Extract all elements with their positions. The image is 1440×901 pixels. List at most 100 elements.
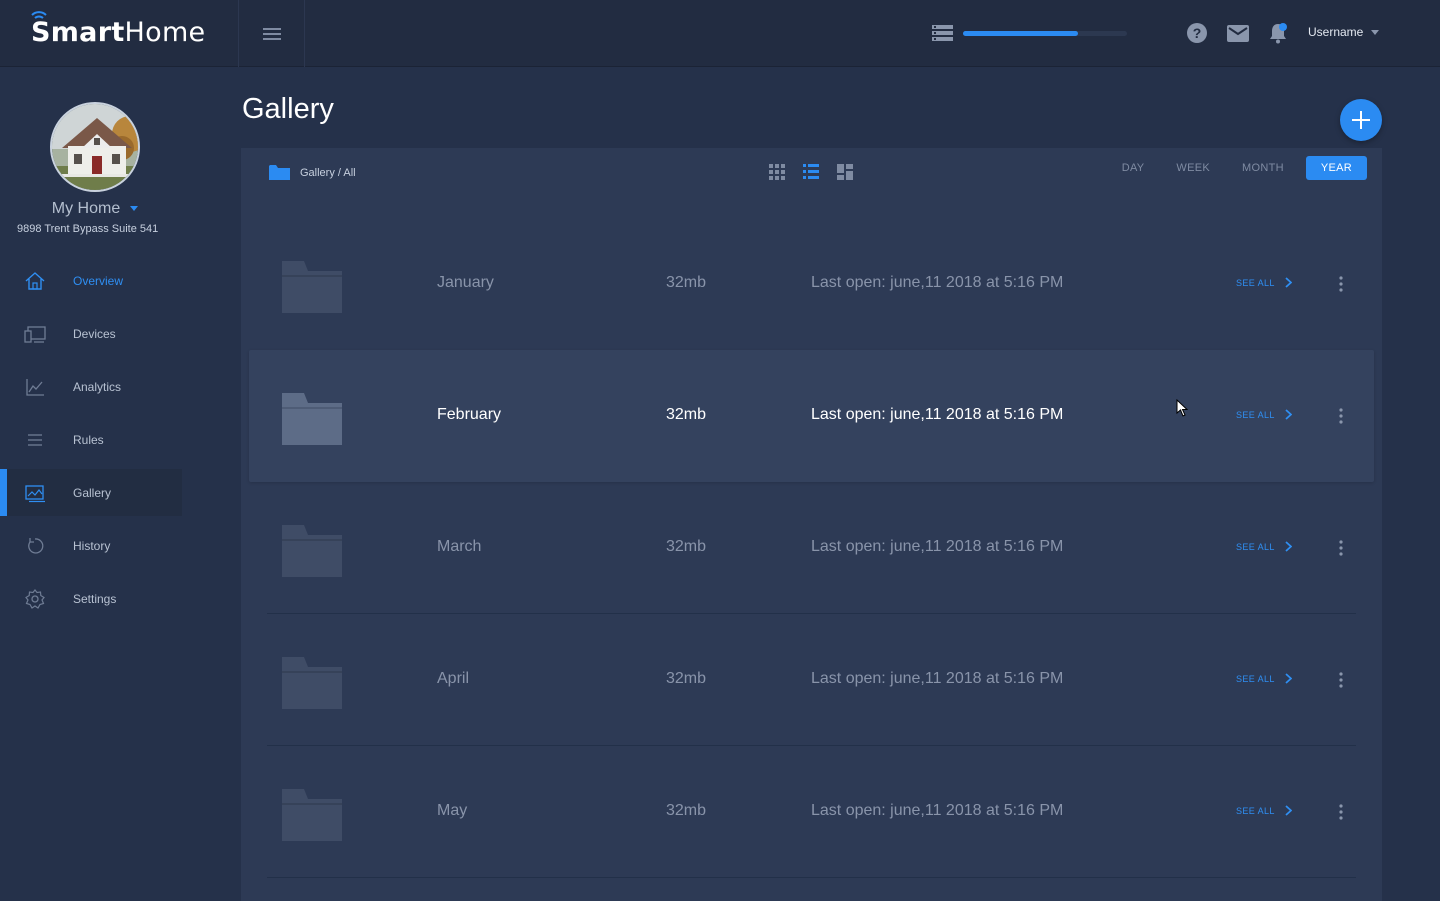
folder-size: 32mb bbox=[666, 538, 707, 555]
devices-icon bbox=[24, 326, 46, 343]
rules-icon bbox=[28, 434, 42, 446]
folder-icon bbox=[269, 165, 290, 180]
chevron-right-icon bbox=[1285, 277, 1292, 288]
folder-icon bbox=[282, 525, 342, 577]
svg-text:?: ? bbox=[1193, 25, 1202, 41]
folder-name: May bbox=[437, 802, 468, 819]
chevron-right-icon bbox=[1285, 805, 1292, 816]
folder-icon bbox=[282, 261, 342, 313]
folder-size: 32mb bbox=[666, 274, 707, 291]
storage-icon bbox=[932, 25, 953, 41]
top-icons: ? bbox=[1186, 22, 1288, 44]
folder-icon bbox=[282, 393, 342, 445]
see-all-link[interactable]: SEE ALL bbox=[1236, 805, 1292, 816]
home-avatar[interactable] bbox=[50, 102, 140, 192]
more-vertical-icon[interactable] bbox=[1339, 408, 1343, 424]
chevron-right-icon bbox=[1285, 409, 1292, 420]
sidebar-item-analytics[interactable]: Analytics bbox=[0, 363, 182, 410]
top-bar: SmartHome ? Username bbox=[0, 0, 1440, 67]
folder-size: 32mb bbox=[666, 802, 707, 819]
sidebar-nav: Overview Devices Analytics Rules Gallery… bbox=[0, 257, 240, 628]
folder-icon bbox=[282, 657, 342, 709]
see-all-label: SEE ALL bbox=[1236, 673, 1275, 684]
see-all-label: SEE ALL bbox=[1236, 409, 1275, 420]
sidebar-item-label: Settings bbox=[73, 592, 117, 606]
hamburger-icon bbox=[262, 27, 281, 40]
see-all-link[interactable]: SEE ALL bbox=[1236, 277, 1292, 288]
folder-last-open: Last open: june,11 2018 at 5:16 PM bbox=[811, 670, 1064, 687]
sidebar-item-label: Rules bbox=[73, 433, 104, 447]
notification-bell-icon[interactable] bbox=[1268, 22, 1288, 44]
more-vertical-icon[interactable] bbox=[1339, 276, 1343, 292]
page-title: Gallery bbox=[242, 93, 334, 125]
home-name-label: My Home bbox=[51, 200, 121, 217]
see-all-link[interactable]: SEE ALL bbox=[1236, 409, 1292, 420]
logo-text-bold: Smart bbox=[31, 17, 125, 48]
folder-row[interactable]: February 32mb Last open: june,11 2018 at… bbox=[249, 350, 1374, 482]
sidebar-item-label: Overview bbox=[73, 274, 124, 288]
chevron-right-icon bbox=[1285, 673, 1292, 684]
chevron-down-icon bbox=[1371, 29, 1380, 35]
app-logo[interactable]: SmartHome bbox=[31, 11, 205, 48]
logo-area: SmartHome bbox=[0, 0, 239, 67]
folder-name: March bbox=[437, 538, 482, 555]
more-vertical-icon[interactable] bbox=[1339, 672, 1343, 688]
range-month-button[interactable]: MONTH bbox=[1232, 157, 1294, 179]
folder-icon bbox=[282, 789, 342, 841]
menu-toggle[interactable] bbox=[239, 0, 305, 67]
sidebar-item-label: History bbox=[73, 539, 111, 553]
storage-progress-fill bbox=[963, 31, 1078, 36]
range-day-button[interactable]: DAY bbox=[1112, 157, 1155, 179]
sidebar-item-devices[interactable]: Devices bbox=[0, 310, 182, 357]
folder-row[interactable]: May 32mb Last open: june,11 2018 at 5:16… bbox=[267, 746, 1356, 878]
range-year-button[interactable]: YEAR bbox=[1305, 156, 1367, 180]
see-all-link[interactable]: SEE ALL bbox=[1236, 673, 1292, 684]
folder-last-open: Last open: june,11 2018 at 5:16 PM bbox=[811, 406, 1064, 423]
mail-icon[interactable] bbox=[1227, 24, 1249, 42]
folder-size: 32mb bbox=[666, 406, 707, 423]
grid-view-icon[interactable] bbox=[769, 164, 785, 180]
masonry-view-icon[interactable] bbox=[837, 164, 853, 180]
gear-icon bbox=[25, 589, 45, 609]
see-all-label: SEE ALL bbox=[1236, 277, 1275, 288]
plus-icon bbox=[1352, 111, 1370, 129]
folder-row[interactable]: January 32mb Last open: june,11 2018 at … bbox=[267, 218, 1356, 350]
sidebar-item-label: Analytics bbox=[73, 380, 122, 394]
range-week-button[interactable]: WEEK bbox=[1166, 157, 1220, 179]
folder-name: April bbox=[437, 670, 470, 687]
gallery-icon bbox=[25, 485, 45, 503]
user-menu[interactable]: Username bbox=[1308, 25, 1380, 39]
see-all-label: SEE ALL bbox=[1236, 805, 1275, 816]
sidebar-item-history[interactable]: History bbox=[0, 522, 182, 569]
folder-row[interactable]: March 32mb Last open: june,11 2018 at 5:… bbox=[267, 482, 1356, 614]
see-all-label: SEE ALL bbox=[1236, 541, 1275, 552]
chevron-down-icon bbox=[130, 206, 139, 212]
home-address: 9898 Trent Bypass Suite 541 bbox=[17, 223, 159, 235]
sidebar-item-gallery[interactable]: Gallery bbox=[0, 469, 182, 516]
analytics-icon bbox=[26, 379, 44, 396]
sidebar-item-settings[interactable]: Settings bbox=[0, 575, 182, 622]
range-filter: DAY WEEK MONTH YEAR bbox=[1100, 156, 1367, 180]
folder-row[interactable]: April 32mb Last open: june,11 2018 at 5:… bbox=[267, 614, 1356, 746]
folder-name: February bbox=[437, 406, 502, 423]
more-vertical-icon[interactable] bbox=[1339, 540, 1343, 556]
breadcrumb-label: Gallery / All bbox=[300, 166, 356, 179]
help-icon[interactable]: ? bbox=[1186, 22, 1208, 44]
add-button[interactable] bbox=[1340, 99, 1382, 141]
sidebar-item-overview[interactable]: Overview bbox=[0, 257, 182, 304]
more-vertical-icon[interactable] bbox=[1339, 804, 1343, 820]
folder-size: 32mb bbox=[666, 670, 707, 687]
home-icon bbox=[25, 272, 45, 290]
storage-indicator bbox=[932, 25, 1127, 42]
folder-name: January bbox=[437, 274, 494, 291]
list-view-icon[interactable] bbox=[803, 164, 819, 180]
view-switcher bbox=[769, 164, 853, 180]
folder-last-open: Last open: june,11 2018 at 5:16 PM bbox=[811, 538, 1064, 555]
breadcrumb[interactable]: Gallery / All bbox=[269, 164, 356, 181]
history-icon bbox=[28, 538, 44, 554]
home-selector[interactable]: My Home bbox=[0, 200, 190, 218]
sidebar-item-label: Gallery bbox=[73, 486, 112, 500]
see-all-link[interactable]: SEE ALL bbox=[1236, 541, 1292, 552]
sidebar-item-rules[interactable]: Rules bbox=[0, 416, 182, 463]
gallery-panel: Gallery / All DAY WEEK MONTH YEAR Januar… bbox=[241, 148, 1382, 901]
